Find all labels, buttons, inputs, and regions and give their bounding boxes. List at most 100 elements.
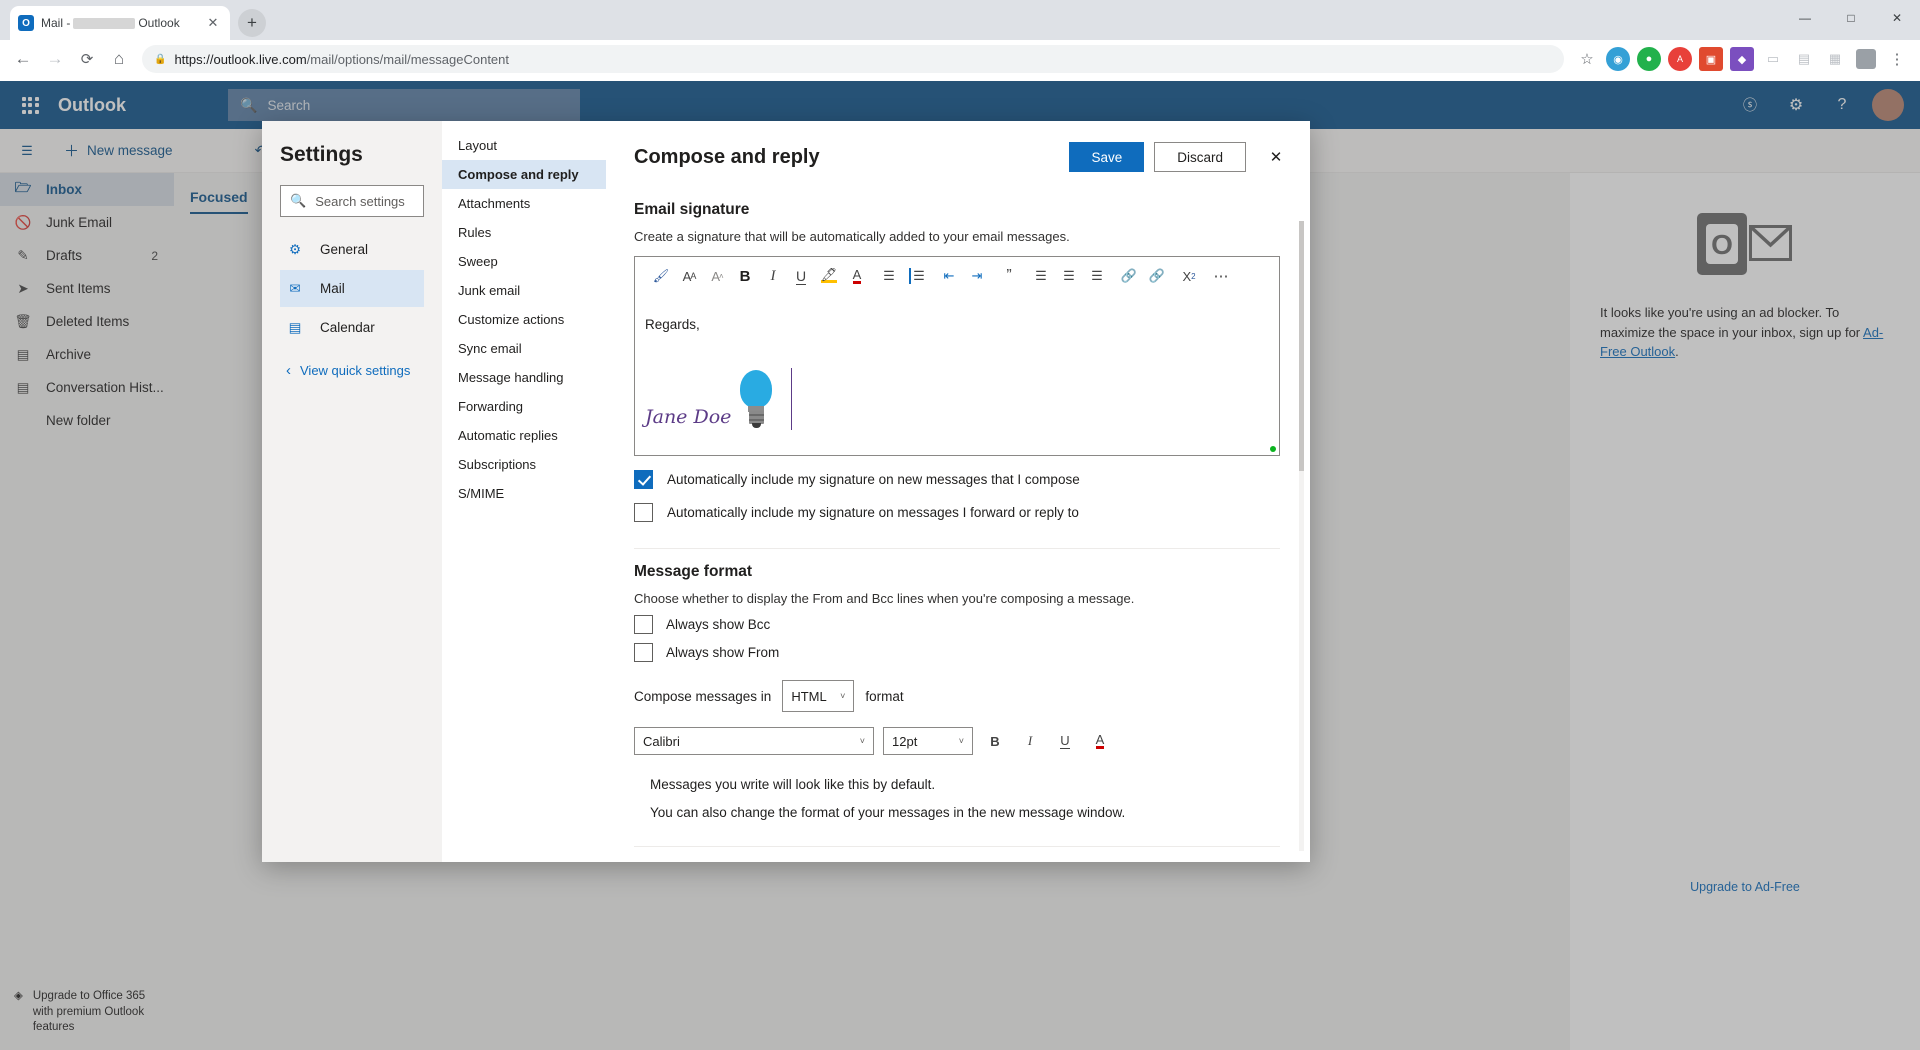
browser-menu-icon[interactable]: ⋮ (1882, 44, 1912, 74)
settings-categories-pane: Settings 🔍 Search settings ⚙ General ✉ Mail… (262, 121, 442, 862)
signature-new-messages-row[interactable]: Automatically include my signature on ne… (634, 470, 1280, 489)
preview-line-2: You can also change the format of your m… (650, 805, 1126, 821)
shrink-font-icon[interactable]: A ˄ (703, 262, 731, 290)
font-size-select[interactable]: 12pt ˅ (883, 727, 973, 755)
settings-menu-layout[interactable]: Layout (442, 131, 606, 160)
discard-button[interactable]: Discard (1154, 142, 1246, 172)
font-preview: Messages you write will look like this b… (650, 771, 1280, 828)
close-icon[interactable]: ✕ (204, 14, 222, 32)
profile-avatar[interactable] (1851, 44, 1881, 74)
compose-format-select[interactable]: HTML ˅ (782, 680, 855, 712)
format-painter-icon[interactable]: 🖌 (647, 262, 675, 290)
align-right-icon[interactable]: ☰ (1083, 262, 1111, 290)
page-title: Compose and reply (634, 145, 820, 168)
home-icon[interactable]: ⌂ (104, 44, 134, 74)
settings-menu-sweep[interactable]: Sweep (442, 247, 606, 276)
grow-font-icon[interactable]: AA (675, 262, 703, 290)
signature-body[interactable]: Regards, Jane Doe (635, 295, 1279, 453)
compose-format-row: Compose messages in HTML ˅ format (634, 680, 1280, 712)
chevron-down-icon: ˅ (859, 736, 865, 746)
numbered-list-icon[interactable]: ☰ (903, 262, 931, 290)
browser-window: O Mail - Outlook ✕ + — □ ✕ ← → ⟳ ⌂ 🔒 htt… (0, 0, 1920, 1050)
link-icon[interactable]: 🔗 (1115, 262, 1143, 290)
scrollbar-thumb[interactable] (1299, 221, 1304, 471)
signature-new-messages-checkbox[interactable] (634, 470, 653, 489)
font-color-icon[interactable]: A (1087, 728, 1113, 754)
bold-icon[interactable]: B (731, 262, 759, 290)
back-icon[interactable]: ← (8, 44, 38, 74)
close-window-button[interactable]: ✕ (1874, 0, 1920, 36)
superscript-icon[interactable]: X2 (1175, 262, 1203, 290)
extension-icon-8[interactable]: ▦ (1820, 44, 1850, 74)
increase-indent-icon[interactable]: ⇥ (963, 262, 991, 290)
window-controls: — □ ✕ (1782, 0, 1920, 36)
forward-icon[interactable]: → (40, 44, 70, 74)
settings-menu-rules[interactable]: Rules (442, 218, 606, 247)
settings-menu-forwarding[interactable]: Forwarding (442, 392, 606, 421)
decrease-indent-icon[interactable]: ⇤ (935, 262, 963, 290)
always-show-from-checkbox[interactable] (634, 643, 653, 662)
view-quick-settings-link[interactable]: ‹ View quick settings (280, 352, 424, 388)
reload-icon[interactable]: ⟳ (72, 44, 102, 74)
extension-icon-1[interactable]: ◉ (1603, 44, 1633, 74)
new-tab-button[interactable]: + (238, 9, 266, 37)
browser-tab[interactable]: O Mail - Outlook ✕ (10, 6, 230, 40)
extension-icon-3[interactable]: A (1665, 44, 1695, 74)
settings-menu-junk-email[interactable]: Junk email (442, 276, 606, 305)
search-settings-input[interactable]: 🔍 Search settings (280, 185, 424, 217)
underline-icon[interactable]: U (787, 262, 815, 290)
save-button[interactable]: Save (1069, 142, 1145, 172)
settings-category-general[interactable]: ⚙ General (280, 231, 424, 268)
settings-category-mail[interactable]: ✉ Mail (280, 270, 424, 307)
align-left-icon[interactable]: ☰ (1027, 262, 1055, 290)
settings-menu-message-handling[interactable]: Message handling (442, 363, 606, 392)
extension-icon-2[interactable]: ● (1634, 44, 1664, 74)
bulleted-list-icon[interactable]: ☰ (875, 262, 903, 290)
extension-icon-6[interactable]: ▭ (1758, 44, 1788, 74)
settings-category-calendar[interactable]: ▤ Calendar (280, 309, 424, 346)
font-family-select[interactable]: Calibri ˅ (634, 727, 874, 755)
settings-menu-compose-and-reply[interactable]: Compose and reply (442, 160, 606, 189)
minimize-button[interactable]: — (1782, 0, 1828, 36)
maximize-button[interactable]: □ (1828, 0, 1874, 36)
more-options-icon[interactable]: ⋯ (1207, 262, 1235, 290)
tab-title-prefix: Mail - (41, 16, 71, 30)
font-color-icon[interactable]: A (843, 262, 871, 290)
align-center-icon[interactable]: ☰ (1055, 262, 1083, 290)
extension-icon-7[interactable]: ▤ (1789, 44, 1819, 74)
category-label: Calendar (320, 320, 375, 335)
underline-icon[interactable]: U (1052, 728, 1078, 754)
unlink-icon[interactable]: 🔗 (1143, 262, 1171, 290)
email-signature-description: Create a signature that will be automati… (634, 229, 1070, 244)
toolbar-actions: ☆ ◉ ● A ▣ ◆ ▭ ▤ ▦ ⋮ (1572, 44, 1912, 74)
settings-menu-subscriptions[interactable]: Subscriptions (442, 450, 606, 479)
close-icon[interactable]: ✕ (1260, 141, 1292, 173)
scrollbar[interactable] (1299, 221, 1304, 851)
signature-reply-checkbox[interactable] (634, 503, 653, 522)
bold-icon[interactable]: B (982, 728, 1008, 754)
signature-editor[interactable]: 🖌 AA A ˄ B I U 🖊 A ☰ ☰ ⇤ ⇥ ” ☰ ☰ ☰ 🔗 🔗 X… (634, 256, 1280, 456)
settings-menu-customize-actions[interactable]: Customize actions (442, 305, 606, 334)
gear-icon: ⚙ (288, 241, 302, 257)
extension-icon-4[interactable]: ▣ (1696, 44, 1726, 74)
always-show-bcc-row[interactable]: Always show Bcc (634, 615, 1280, 634)
bookmark-star-icon[interactable]: ☆ (1572, 44, 1602, 74)
settings-menu-automatic-replies[interactable]: Automatic replies (442, 421, 606, 450)
settings-menu-attachments[interactable]: Attachments (442, 189, 606, 218)
envelope-icon: ✉ (289, 280, 301, 296)
settings-menu-sync-email[interactable]: Sync email (442, 334, 606, 363)
italic-icon[interactable]: I (759, 262, 787, 290)
highlight-icon[interactable]: 🖊 (815, 262, 843, 290)
signature-reply-row[interactable]: Automatically include my signature on me… (634, 503, 1280, 522)
divider (634, 548, 1280, 549)
always-show-bcc-checkbox[interactable] (634, 615, 653, 634)
italic-icon[interactable]: I (1017, 728, 1043, 754)
resize-handle[interactable] (1270, 446, 1276, 452)
extension-icon-5[interactable]: ◆ (1727, 44, 1757, 74)
always-show-from-row[interactable]: Always show From (634, 643, 1280, 662)
address-bar[interactable]: 🔒 https://outlook.live.com/mail/options/… (142, 45, 1564, 73)
category-label: General (320, 242, 369, 257)
quote-icon[interactable]: ” (995, 262, 1023, 290)
settings-menu-s-mime[interactable]: S/MIME (442, 479, 606, 508)
settings-scroll-area: Email signature Create a signature that … (606, 187, 1310, 862)
